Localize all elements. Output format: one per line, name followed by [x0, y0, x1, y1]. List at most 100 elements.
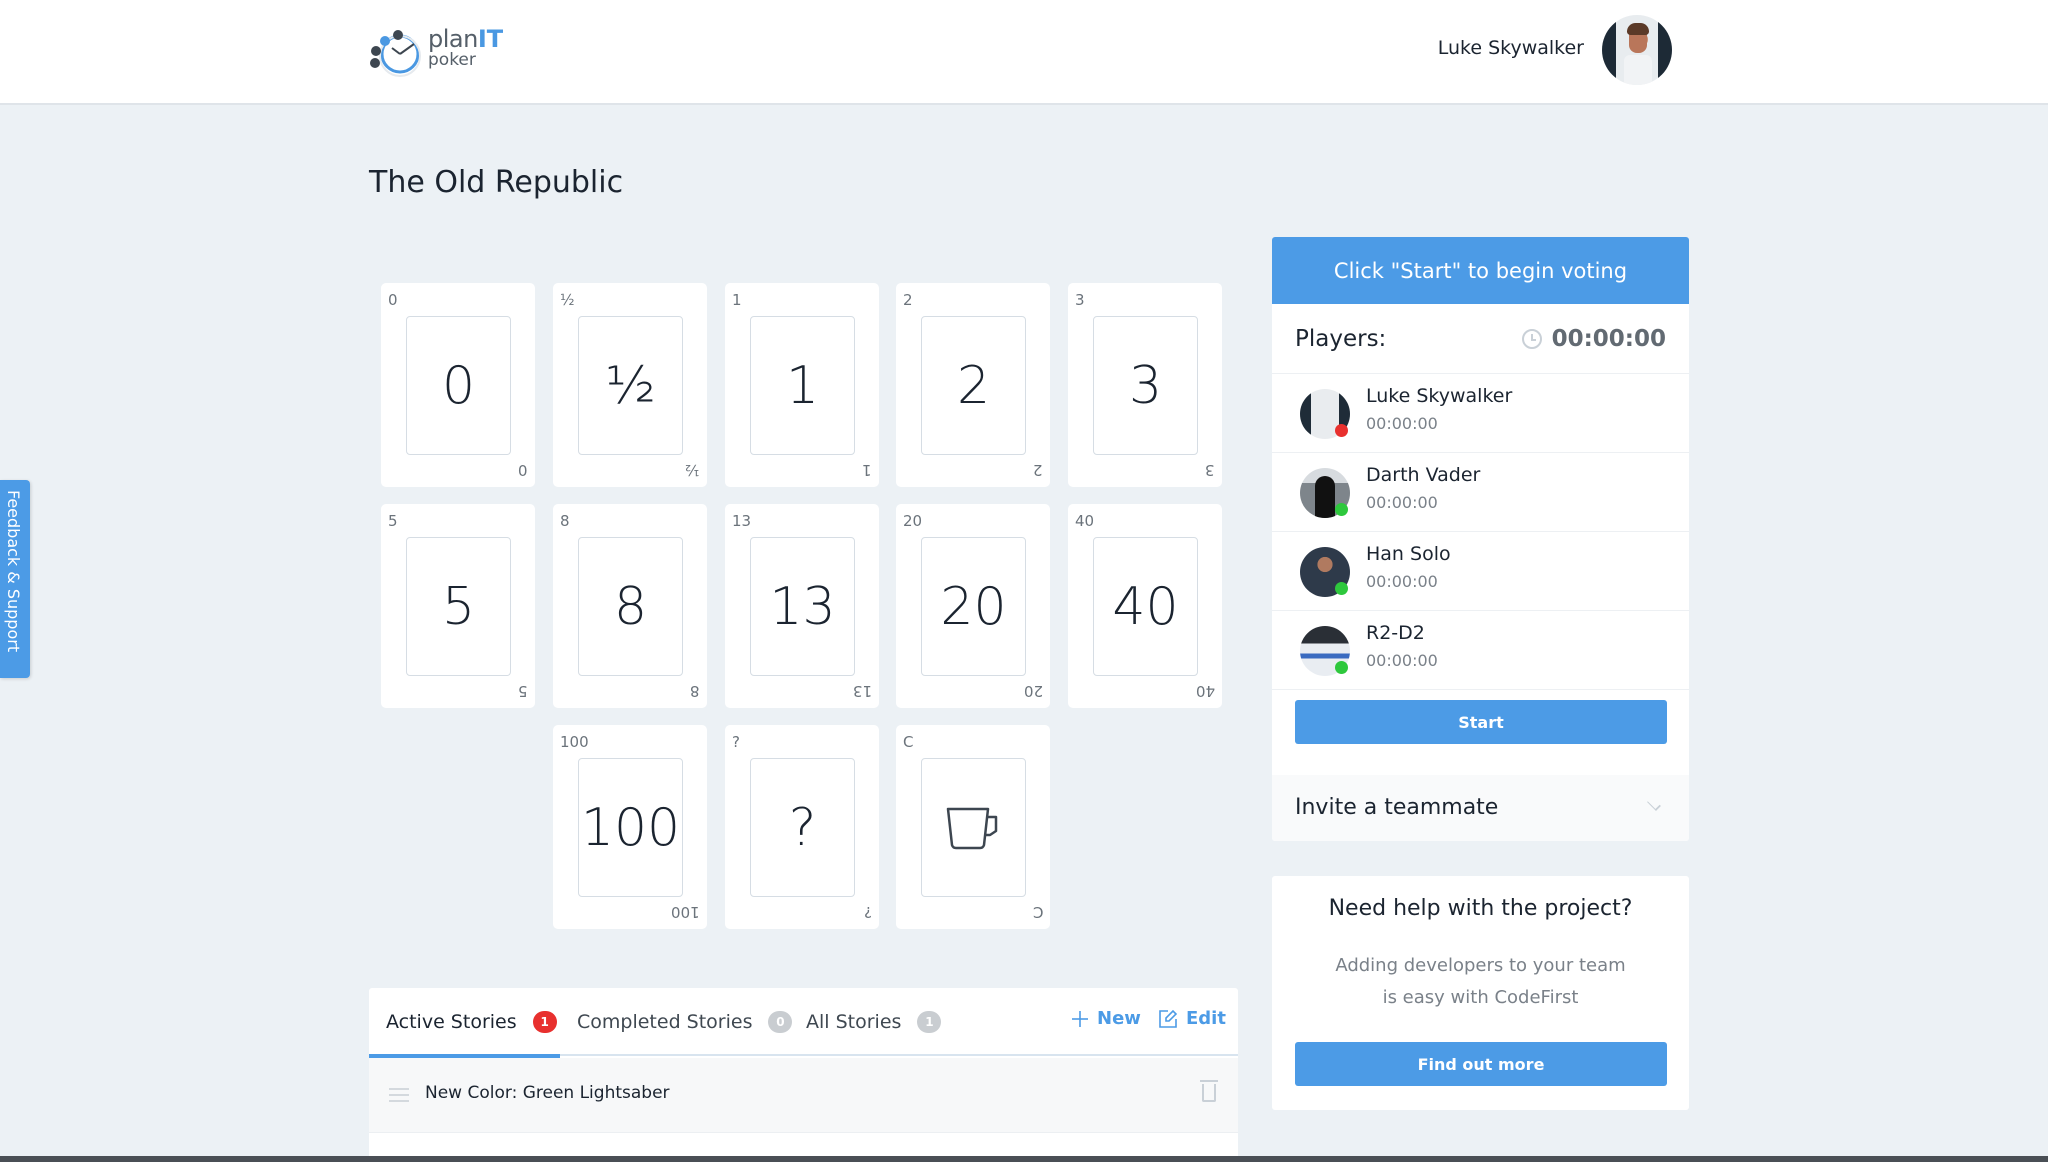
card-deck: 0 0 0 ½ ½ ½ 1 1 1 2 2 2 3 3 3 5 5 5 8 8 8 13 13 13 20 20 20 40 40 40 1… — [381, 283, 1227, 933]
tab-label: All Stories — [806, 1011, 902, 1033]
invite-teammate-toggle[interactable]: Invite a teammate — [1272, 775, 1689, 841]
card-corner-bottom: 13 — [852, 682, 872, 700]
feedback-support-tab[interactable]: Feedback & Support — [0, 480, 30, 678]
planit-poker-logo[interactable]: planIT poker — [368, 20, 508, 82]
plus-icon — [1072, 1010, 1088, 1027]
estimate-card[interactable]: ??? — [725, 725, 879, 929]
card-value: 13 — [769, 576, 836, 637]
player-row: R2-D2 00:00:00 — [1272, 611, 1689, 690]
card-face: 1 — [750, 316, 855, 455]
voting-panel: Click "Start" to begin voting Players: 0… — [1272, 237, 1689, 841]
players-header: Players: 00:00:00 — [1272, 304, 1689, 374]
edit-stories-button[interactable]: Edit — [1158, 1008, 1226, 1029]
card-value: 5 — [441, 576, 476, 637]
help-description: Adding developers to your team is easy w… — [1272, 950, 1689, 1014]
story-row[interactable]: New Color: Green Lightsaber — [369, 1058, 1238, 1133]
estimate-card[interactable]: 40 40 40 — [1068, 504, 1222, 708]
session-timer: 00:00:00 — [1521, 326, 1666, 352]
card-corner-bottom: 20 — [1023, 682, 1043, 700]
voting-status-banner: Click "Start" to begin voting — [1272, 237, 1689, 304]
card-value: ½ — [605, 355, 656, 416]
find-out-more-button[interactable]: Find out more — [1295, 1042, 1667, 1086]
card-corner-top: 40 — [1075, 512, 1095, 530]
estimate-card[interactable]: 100 100 100 — [553, 725, 707, 929]
card-corner-bottom: 3 — [1205, 461, 1215, 479]
avatar-figure — [1624, 55, 1652, 85]
avatar-hair — [1627, 23, 1649, 35]
card-face: 8 — [578, 537, 683, 676]
card-corner-bottom: 5 — [518, 682, 528, 700]
estimate-card[interactable]: 3 3 3 — [1068, 283, 1222, 487]
estimate-card[interactable]: 2 2 2 — [896, 283, 1050, 487]
card-face: 40 — [1093, 537, 1198, 676]
card-value: 100 — [580, 797, 681, 858]
current-user-name[interactable]: Luke Skywalker — [1438, 37, 1584, 59]
session-timer-value: 00:00:00 — [1551, 326, 1666, 352]
help-line-1: Adding developers to your team — [1335, 955, 1626, 976]
player-time: 00:00:00 — [1366, 651, 1438, 670]
estimate-card[interactable]: 20 20 20 — [896, 504, 1050, 708]
feedback-label: Feedback & Support — [4, 490, 23, 653]
card-value: 3 — [1128, 355, 1163, 416]
card-face: ½ — [578, 316, 683, 455]
start-button[interactable]: Start — [1295, 700, 1667, 744]
stopwatch-logo-icon — [370, 30, 421, 77]
player-name: R2-D2 — [1366, 622, 1425, 644]
card-corner-top: 3 — [1075, 291, 1085, 309]
estimate-card[interactable]: 13 13 13 — [725, 504, 879, 708]
card-value: 40 — [1112, 576, 1179, 637]
tab-all-stories[interactable]: All Stories 1 — [806, 1008, 942, 1036]
players-label: Players: — [1295, 326, 1387, 352]
estimate-card[interactable]: 8 8 8 — [553, 504, 707, 708]
card-corner-top: 100 — [560, 733, 589, 751]
help-promo-panel: Need help with the project? Adding devel… — [1272, 876, 1689, 1110]
help-line-2: is easy with CodeFirst — [1382, 987, 1579, 1008]
current-user-avatar[interactable] — [1602, 15, 1672, 85]
drag-handle-icon[interactable] — [389, 1088, 409, 1102]
card-face: 20 — [921, 537, 1026, 676]
coffee-cup-icon — [946, 807, 997, 849]
card-corner-top: ? — [732, 733, 740, 751]
card-value: ? — [788, 797, 817, 858]
card-corner-bottom: 2 — [1033, 461, 1043, 479]
card-face: 3 — [1093, 316, 1198, 455]
card-corner-bottom: 100 — [671, 903, 700, 921]
edit-icon — [1159, 1009, 1178, 1028]
card-face: 100 — [578, 758, 683, 897]
tab-label: Active Stories — [386, 1011, 517, 1033]
all-count-badge: 1 — [917, 1011, 942, 1033]
estimate-card[interactable]: CC — [896, 725, 1050, 929]
estimate-card[interactable]: ½ ½ ½ — [553, 283, 707, 487]
new-story-button[interactable]: New — [1071, 1008, 1141, 1029]
player-time: 00:00:00 — [1366, 414, 1438, 433]
player-name: Luke Skywalker — [1366, 385, 1513, 407]
new-label: New — [1097, 1008, 1141, 1029]
card-corner-top: ½ — [560, 291, 575, 309]
player-row: Luke Skywalker 00:00:00 — [1272, 374, 1689, 453]
edit-label: Edit — [1186, 1008, 1226, 1029]
card-corner-bottom: 1 — [862, 461, 872, 479]
tab-active-stories[interactable]: Active Stories 1 — [386, 1008, 557, 1036]
estimate-card[interactable]: 1 1 1 — [725, 283, 879, 487]
card-face — [921, 758, 1026, 897]
card-value: 2 — [956, 355, 991, 416]
estimate-card[interactable]: 5 5 5 — [381, 504, 535, 708]
tab-completed-stories[interactable]: Completed Stories 0 — [577, 1008, 793, 1036]
card-corner-bottom: ½ — [685, 461, 700, 479]
player-name: Han Solo — [1366, 543, 1451, 565]
card-corner-top: 0 — [388, 291, 398, 309]
card-face: 2 — [921, 316, 1026, 455]
completed-count-badge: 0 — [768, 1011, 793, 1033]
active-count-badge: 1 — [532, 1011, 557, 1033]
card-value: 20 — [940, 576, 1007, 637]
card-corner-bottom: 8 — [690, 682, 700, 700]
card-corner-top: 2 — [903, 291, 913, 309]
player-time: 00:00:00 — [1366, 572, 1438, 591]
card-corner-top: 1 — [732, 291, 742, 309]
card-corner-top: 8 — [560, 512, 570, 530]
stories-tabs: Active Stories 1 Completed Stories 0 All… — [369, 988, 1238, 1058]
trash-icon[interactable] — [1200, 1080, 1218, 1102]
player-name: Darth Vader — [1366, 464, 1481, 486]
help-title: Need help with the project? — [1328, 896, 1633, 921]
estimate-card[interactable]: 0 0 0 — [381, 283, 535, 487]
